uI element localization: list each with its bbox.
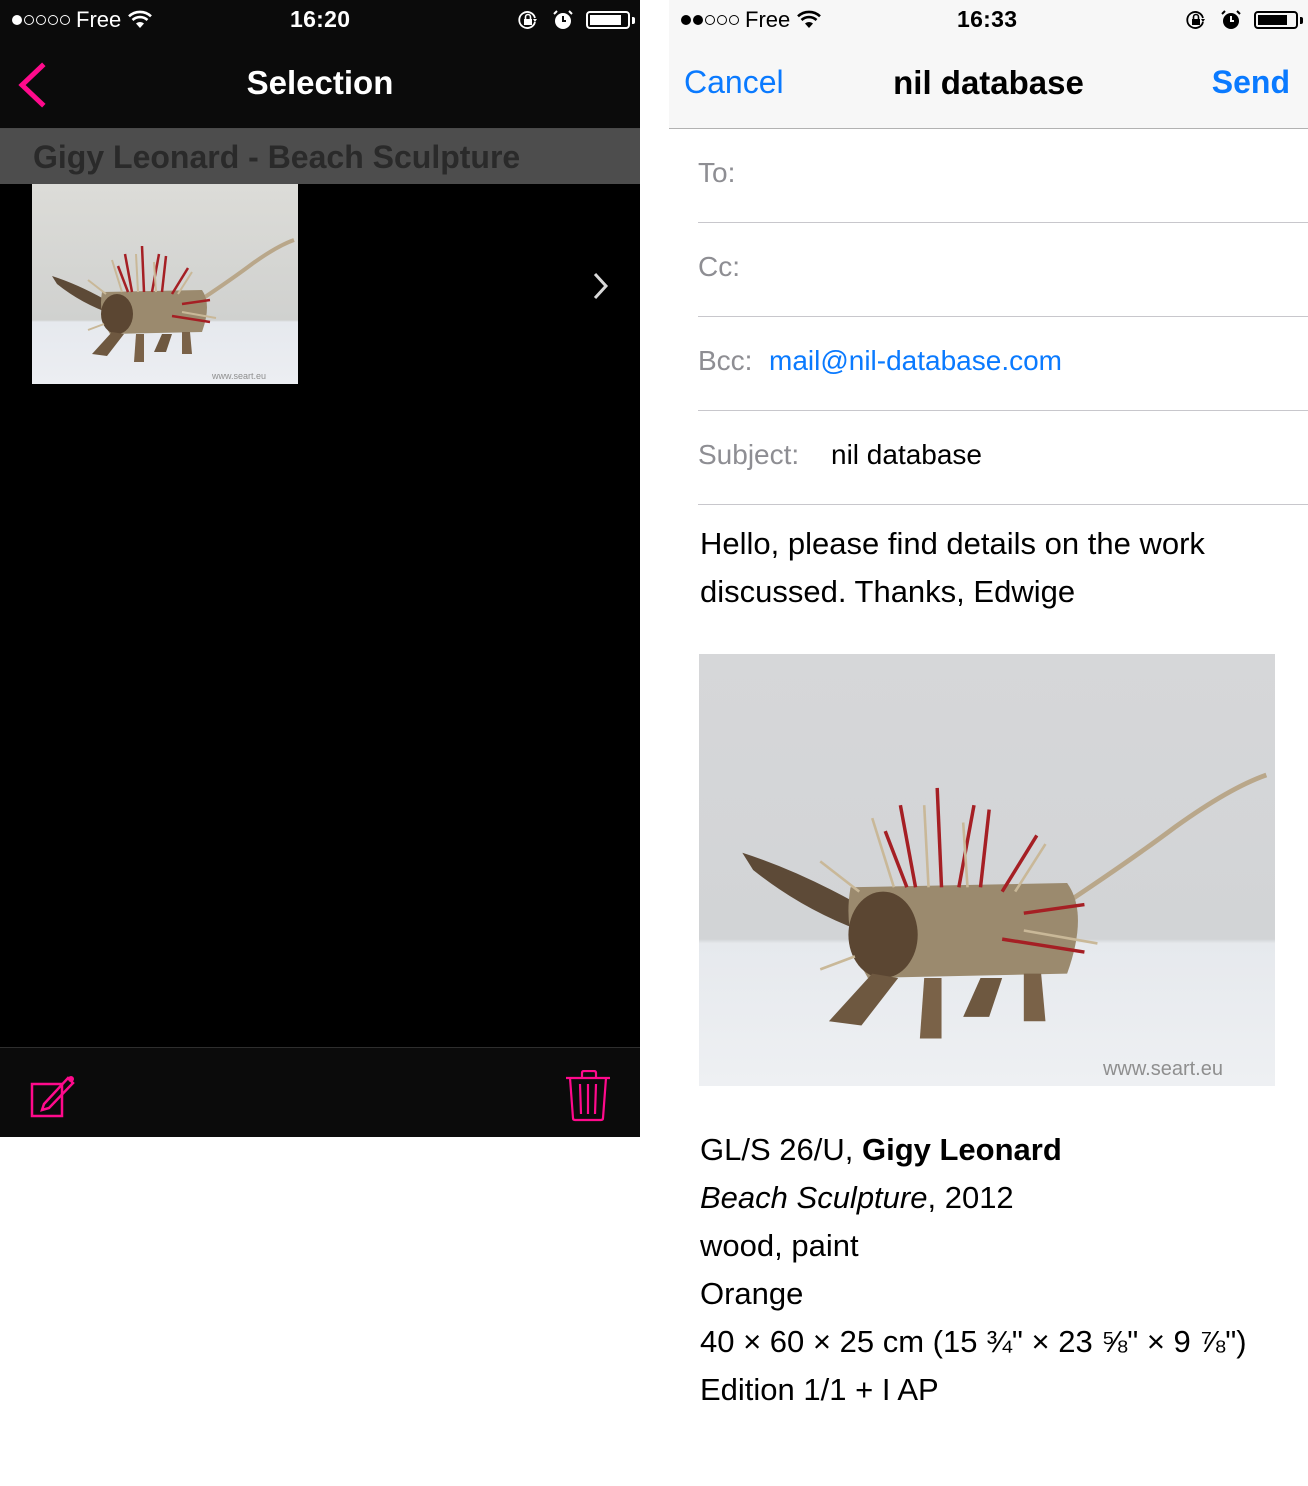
status-bar: Free 16:33 (669, 0, 1308, 40)
section-header-title: Gigy Leonard - Beach Sculpture (33, 139, 521, 175)
artwork-edition: Edition 1/1 + I AP (700, 1372, 939, 1407)
navigation-bar: Cancel nil database Send (669, 40, 1308, 129)
to-label: To: (698, 157, 736, 188)
send-button[interactable]: Send (1212, 64, 1290, 101)
subject-label: Subject: (698, 439, 800, 470)
status-bar: Free 16:20 (0, 0, 640, 40)
chevron-right-icon[interactable] (588, 270, 612, 302)
artwork-dimensions: 40 × 60 × 25 cm (15 ¾" × 23 ⅝" × 9 ⅞") (700, 1324, 1247, 1359)
clock: 16:20 (290, 6, 351, 32)
bottom-toolbar (0, 1047, 640, 1137)
carrier-name: Free (76, 7, 122, 32)
to-field: To: (698, 129, 1308, 223)
delete-button[interactable] (564, 1070, 614, 1122)
selection-screen: Free 16:20 Selection Gigy Leonard - Beac… (0, 0, 640, 1137)
orientation-lock-icon (1186, 11, 1205, 29)
page-title: Selection (246, 64, 394, 101)
image-watermark: www.seart.eu (211, 371, 266, 381)
navigation-bar: Selection (0, 40, 640, 129)
to-input[interactable] (758, 143, 1308, 207)
carrier-name: Free (745, 7, 791, 32)
wifi-icon (797, 10, 822, 28)
artwork-color: Orange (700, 1276, 804, 1311)
bcc-label: Bcc: (698, 345, 753, 376)
clock: 16:33 (957, 6, 1018, 32)
compose-button[interactable] (28, 1072, 82, 1120)
signal-strength-icon (12, 15, 70, 25)
section-header: Gigy Leonard - Beach Sculpture (0, 129, 640, 184)
cc-label: Cc: (698, 251, 740, 282)
alarm-icon (553, 10, 573, 29)
subject-input[interactable]: nil database (831, 439, 982, 471)
trash-icon (566, 1070, 610, 1122)
bcc-recipient[interactable]: mail@nil-database.com (769, 345, 1062, 377)
battery-icon (586, 11, 635, 29)
artwork-title: Beach Sculpture (700, 1180, 928, 1215)
artwork-title-line: Beach Sculpture, 2012 (700, 1180, 1014, 1215)
compose-icon (30, 1076, 75, 1118)
message-body[interactable]: Hello, please find details on the work d… (700, 520, 1280, 616)
bcc-field: Bcc: mail@nil-database.com (698, 317, 1308, 411)
orientation-lock-icon (518, 11, 537, 29)
mail-compose-screen: Free 16:33 Cancel nil database Send To: … (669, 0, 1308, 1486)
artwork-thumbnail[interactable]: www.seart.eu (32, 184, 298, 384)
battery-icon (1254, 11, 1303, 29)
artwork-reference-line: GL/S 26/U, Gigy Leonard (700, 1132, 1062, 1167)
wifi-icon (128, 10, 153, 28)
sculpture-image (52, 238, 295, 362)
artwork-details: GL/S 26/U, Gigy Leonard Beach Sculpture,… (700, 1126, 1290, 1414)
alarm-icon (1221, 10, 1241, 29)
subject-field: Subject: nil database (698, 411, 1308, 505)
signal-strength-icon (681, 15, 739, 25)
sculpture-image (742, 772, 1268, 1039)
image-watermark: www.seart.eu (1102, 1058, 1223, 1080)
cc-field: Cc: (698, 223, 1308, 317)
cc-input[interactable] (758, 237, 1308, 301)
artist-name: Gigy Leonard (861, 1132, 1062, 1167)
attached-artwork-image[interactable]: www.seart.eu (699, 654, 1275, 1086)
artwork-medium: wood, paint (700, 1228, 859, 1263)
